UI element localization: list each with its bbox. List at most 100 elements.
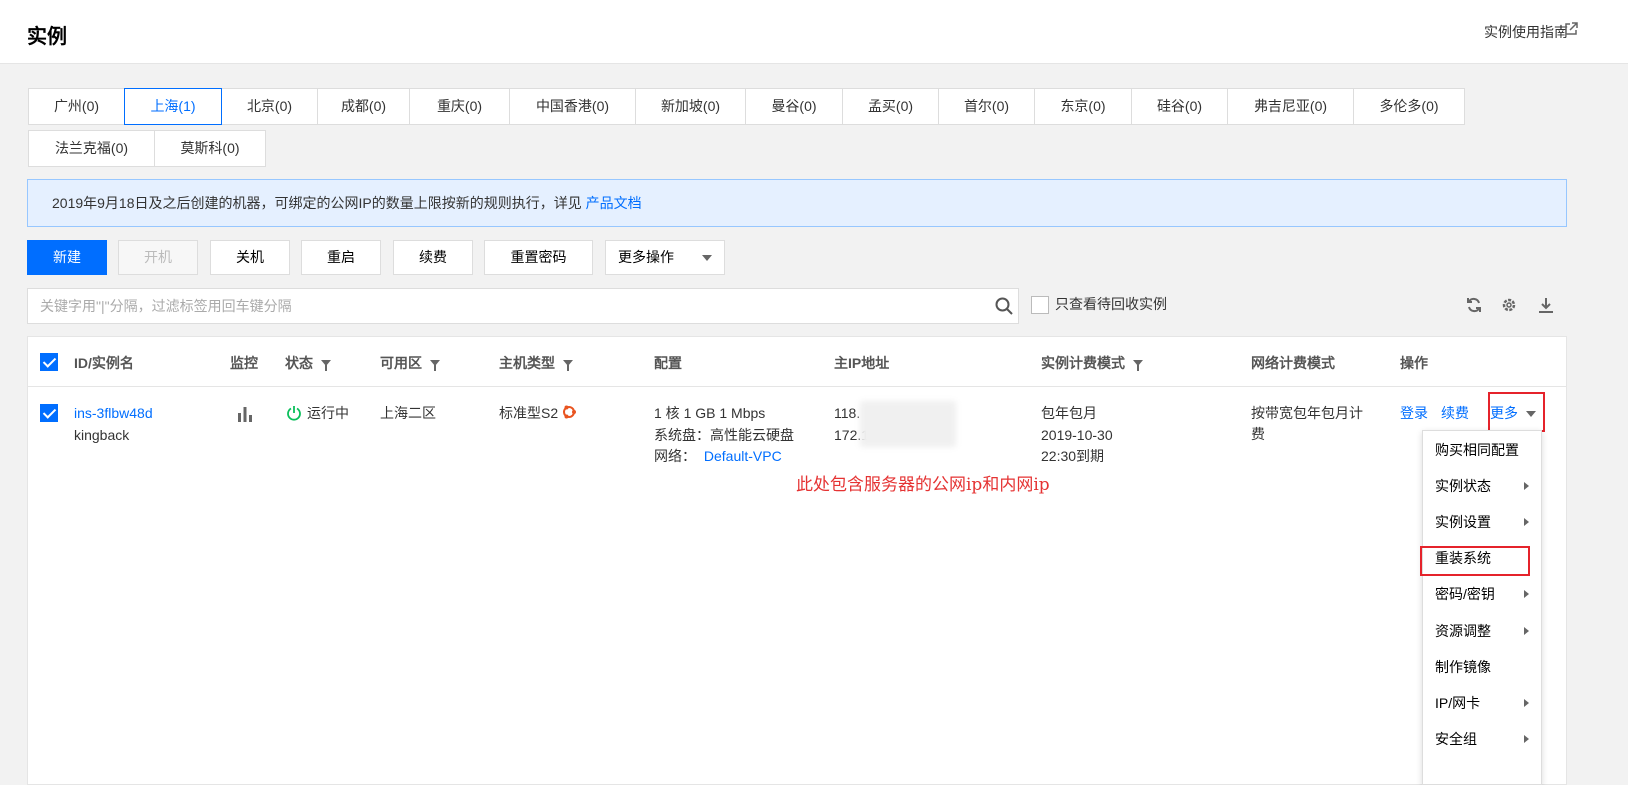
header-status[interactable]: 状态 <box>285 353 331 373</box>
filter-icon[interactable] <box>321 360 331 371</box>
product-docs-link[interactable]: 产品文档 <box>586 195 642 211</box>
header-zone-label: 可用区 <box>380 355 422 371</box>
menu-item-label: 安全组 <box>1435 731 1477 747</box>
billing-mode: 包年包月 <box>1041 405 1097 421</box>
filter-icon[interactable] <box>563 360 573 371</box>
header-zone[interactable]: 可用区 <box>380 353 440 373</box>
menu-item-buy-same[interactable]: 购买相同配置 <box>1423 432 1541 468</box>
chevron-down-icon <box>702 255 712 261</box>
header-type-label: 主机类型 <box>499 355 555 371</box>
filter-icon[interactable] <box>1133 360 1143 371</box>
chevron-right-icon <box>1524 518 1529 526</box>
ip-redaction <box>860 401 956 447</box>
header-ip: 主IP地址 <box>834 355 890 371</box>
filter-icon[interactable] <box>430 360 440 371</box>
header-config: 配置 <box>654 355 682 371</box>
region-tab-chongqing[interactable]: 重庆(0) <box>409 88 510 125</box>
more-actions-dropdown[interactable]: 更多操作 <box>605 240 725 275</box>
menu-item-label: 密码/密钥 <box>1435 586 1495 602</box>
region-tab-silicon-valley[interactable]: 硅谷(0) <box>1131 88 1228 125</box>
page-title: 实例 <box>27 26 67 48</box>
search-box <box>27 288 1019 324</box>
region-tab-singapore[interactable]: 新加坡(0) <box>635 88 746 125</box>
zone-text: 上海二区 <box>380 405 436 421</box>
net-billing: 按带宽包年包月计费 <box>1251 405 1363 442</box>
header-type[interactable]: 主机类型 <box>499 353 573 373</box>
menu-item-label: 制作镜像 <box>1435 659 1491 675</box>
monitor-chart-icon[interactable] <box>236 405 254 423</box>
instance-id-link[interactable]: ins-3flbw48d <box>74 403 153 424</box>
region-tab-chengdu[interactable]: 成都(0) <box>317 88 410 125</box>
refresh-icon[interactable] <box>1465 296 1483 314</box>
chevron-right-icon <box>1524 482 1529 490</box>
stop-button[interactable]: 关机 <box>210 240 290 275</box>
menu-item-label: 购买相同配置 <box>1435 442 1519 458</box>
chevron-right-icon <box>1524 699 1529 707</box>
row-checkbox[interactable] <box>40 404 58 422</box>
guide-link[interactable]: 实例使用指南 <box>1484 22 1568 42</box>
chevron-right-icon <box>1524 735 1529 743</box>
region-tab-guangzhou[interactable]: 广州(0) <box>28 88 125 125</box>
header-net-billing: 网络计费模式 <box>1251 355 1335 371</box>
menu-item-create-image[interactable]: 制作镜像 <box>1423 649 1541 685</box>
new-button[interactable]: 新建 <box>27 240 107 275</box>
reinstall-highlight-box <box>1420 546 1530 576</box>
region-tab-shanghai[interactable]: 上海(1) <box>124 88 222 125</box>
region-tab-seoul[interactable]: 首尔(0) <box>938 88 1035 125</box>
select-all-checkbox[interactable] <box>40 353 58 371</box>
menu-item-instance-status[interactable]: 实例状态 <box>1423 468 1541 504</box>
region-tab-frankfurt[interactable]: 法兰克福(0) <box>28 130 155 167</box>
config-network: 网络： Default-VPC <box>654 446 782 467</box>
region-tab-beijing[interactable]: 北京(0) <box>221 88 318 125</box>
download-icon[interactable] <box>1537 296 1555 314</box>
gear-icon[interactable] <box>1500 296 1518 314</box>
instance-table: ID/实例名 监控 状态 可用区 主机类型 配置 主IP地址 实例计费模式 网络… <box>27 336 1567 785</box>
more-highlight-box <box>1488 392 1545 432</box>
menu-item-label: 实例状态 <box>1435 478 1491 494</box>
region-tab-moscow[interactable]: 莫斯科(0) <box>154 130 266 167</box>
reset-password-button[interactable]: 重置密码 <box>484 240 593 275</box>
login-link[interactable]: 登录 <box>1400 403 1428 424</box>
config-cpu: 1 核 1 GB 1 Mbps <box>654 405 766 421</box>
ip-annotation: 此处包含服务器的公网ip和内网ip <box>796 475 1050 495</box>
renew-button[interactable]: 续费 <box>393 240 473 275</box>
header-status-label: 状态 <box>285 355 313 371</box>
region-tab-mumbai[interactable]: 孟买(0) <box>842 88 939 125</box>
header-billing[interactable]: 实例计费模式 <box>1041 353 1143 373</box>
recycle-label: 只查看待回收实例 <box>1055 296 1167 312</box>
menu-item-ip-nic[interactable]: IP/网卡 <box>1423 685 1541 721</box>
network-label: 网络： <box>654 448 696 464</box>
chevron-right-icon <box>1524 590 1529 598</box>
more-dropdown-menu: 购买相同配置 实例状态 实例设置 重装系统 密码/密钥 资源调整 制作镜像 IP… <box>1422 430 1542 785</box>
vpc-link[interactable]: Default-VPC <box>704 448 782 464</box>
search-input[interactable] <box>28 289 968 323</box>
region-tab-tokyo[interactable]: 东京(0) <box>1034 88 1132 125</box>
menu-item-label: 实例设置 <box>1435 514 1491 530</box>
top-bar: 实例 实例使用指南 <box>0 0 1628 64</box>
more-actions-label: 更多操作 <box>618 249 674 265</box>
region-tab-toronto[interactable]: 多伦多(0) <box>1353 88 1465 125</box>
ubuntu-icon <box>563 405 576 419</box>
region-tab-virginia[interactable]: 弗吉尼亚(0) <box>1227 88 1354 125</box>
search-icon[interactable] <box>994 296 1014 316</box>
region-tab-hongkong[interactable]: 中国香港(0) <box>509 88 636 125</box>
status-text: 运行中 <box>307 405 349 421</box>
start-button[interactable]: 开机 <box>118 240 198 275</box>
header-id: ID/实例名 <box>74 355 134 371</box>
menu-item-instance-settings[interactable]: 实例设置 <box>1423 504 1541 540</box>
recycle-filter[interactable]: 只查看待回收实例 <box>1031 294 1167 315</box>
instance-type: 标准型S2 <box>499 405 559 421</box>
notice-text: 2019年9月18日及之后创建的机器，可绑定的公网IP的数量上限按新的规则执行，… <box>52 195 586 211</box>
menu-item-label: IP/网卡 <box>1435 695 1481 711</box>
menu-item-resource-adjust[interactable]: 资源调整 <box>1423 613 1541 649</box>
menu-item-security-group[interactable]: 安全组 <box>1423 721 1541 757</box>
power-icon <box>287 406 301 421</box>
header-monitor: 监控 <box>230 355 258 371</box>
region-tab-bangkok[interactable]: 曼谷(0) <box>745 88 843 125</box>
recycle-checkbox[interactable] <box>1031 296 1049 315</box>
renew-link[interactable]: 续费 <box>1441 403 1469 424</box>
restart-button[interactable]: 重启 <box>301 240 381 275</box>
external-link-icon[interactable] <box>1564 22 1578 36</box>
table-header: ID/实例名 监控 状态 可用区 主机类型 配置 主IP地址 实例计费模式 网络… <box>28 337 1566 387</box>
menu-item-password-key[interactable]: 密码/密钥 <box>1423 576 1541 612</box>
